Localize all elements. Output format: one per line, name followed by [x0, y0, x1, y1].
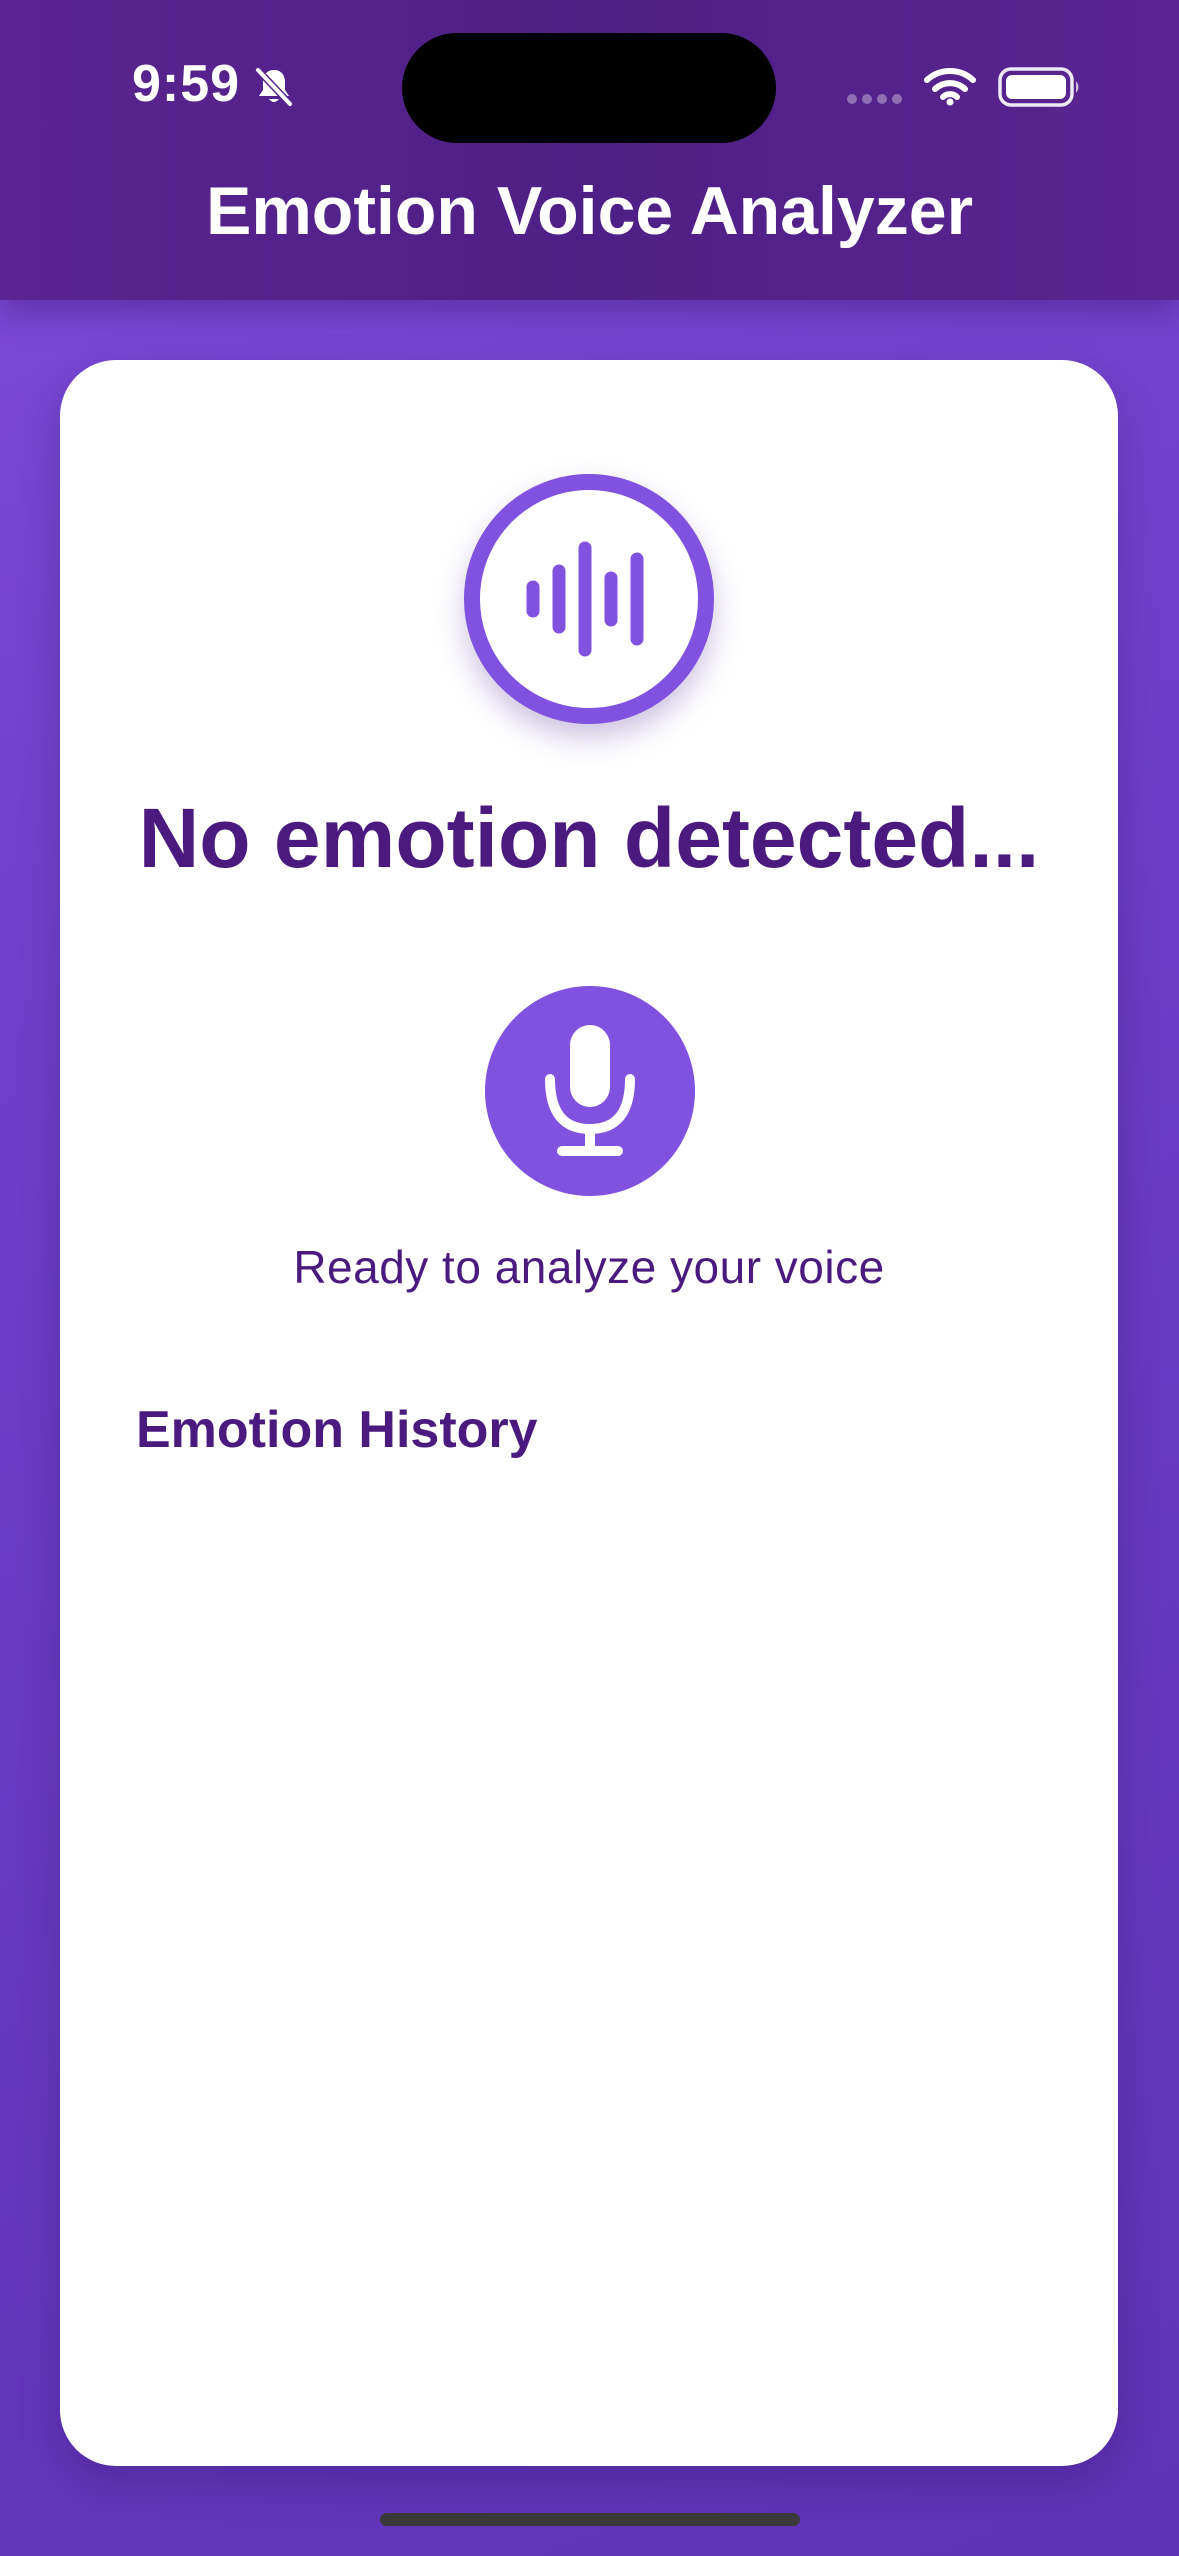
wifi-icon: [924, 68, 976, 106]
bell-slash-icon: [254, 66, 294, 108]
emotion-history-heading: Emotion History: [136, 1401, 538, 1459]
main-card: No emotion detected... Ready to analyze …: [60, 360, 1118, 2466]
battery-icon: [998, 67, 1079, 107]
microphone-icon: [545, 1025, 635, 1156]
cellular-signal-icon: [847, 94, 902, 104]
voice-indicator: [464, 474, 714, 724]
dynamic-island: [402, 33, 776, 143]
app-title: Emotion Voice Analyzer: [205, 173, 974, 249]
emotion-status: No emotion detected...: [138, 791, 1040, 885]
status-time: 9:59: [132, 55, 241, 113]
app-header: 9:59 Emotion Voice Analyzer: [0, 0, 1179, 300]
ready-status-text: Ready to analyze your voice: [293, 1241, 885, 1293]
record-button[interactable]: [485, 986, 695, 1196]
home-indicator[interactable]: [380, 2513, 800, 2526]
waveform-icon: [526, 541, 644, 657]
